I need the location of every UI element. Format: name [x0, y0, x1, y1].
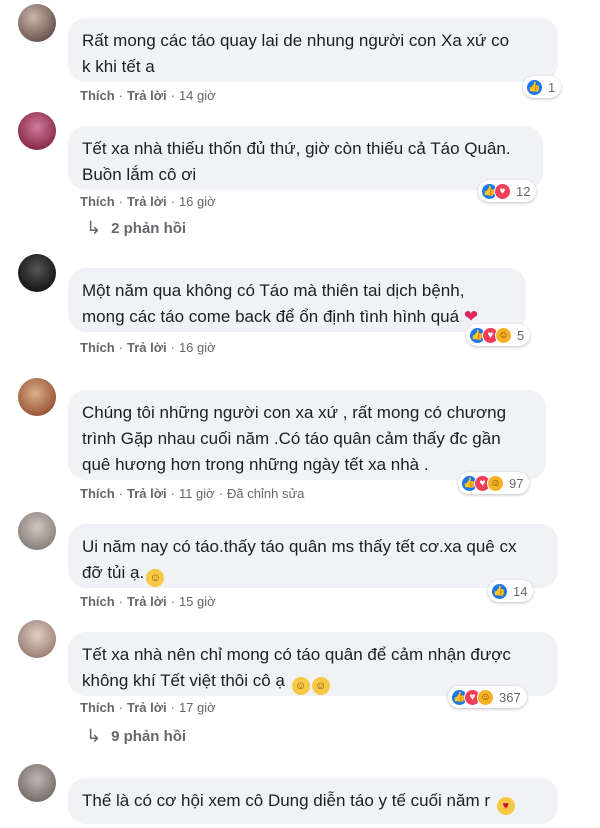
comment-bubble: Chúng tôi những người con xa xứ , rất mo…: [68, 390, 546, 480]
kiss-emoji-icon: ☺: [311, 677, 330, 695]
avatar[interactable]: [18, 764, 56, 802]
reaction-summary[interactable]: 👍 1: [523, 76, 562, 98]
reply-button[interactable]: Trả lời: [127, 88, 167, 103]
comment-actions: Thích · Trả lời · 15 giờ: [80, 594, 216, 609]
love-reaction-icon: ♥: [494, 182, 511, 200]
replies-count: 2 phản hồi: [111, 220, 187, 237]
comment-bubble: Tết xa nhà thiếu thốn đủ thứ, giờ còn th…: [68, 126, 543, 190]
comment-actions: Thích · Trả lời · 11 giờ · Đã chỉnh sửa: [80, 486, 305, 501]
avatar[interactable]: [18, 4, 56, 42]
reaction-summary[interactable]: 👍 14: [488, 580, 534, 602]
reply-arrow-icon: ↳: [86, 726, 102, 746]
reaction-count: 14: [513, 583, 528, 599]
avatar[interactable]: [18, 512, 56, 550]
replies-count: 9 phản hồi: [111, 728, 187, 745]
reaction-summary[interactable]: 👍 ♥ 12: [478, 180, 537, 202]
reaction-summary[interactable]: 👍 ♥ ☺ 97: [458, 472, 530, 494]
comment-time[interactable]: 15 giờ: [179, 594, 216, 609]
reaction-summary[interactable]: 👍 ♥ ☺ 5: [466, 324, 531, 346]
like-button[interactable]: Thích: [80, 700, 115, 715]
comment-actions: Thích · Trả lời · 16 giờ: [80, 194, 216, 209]
reply-button[interactable]: Trả lời: [127, 340, 167, 355]
comment-bubble: Ui năm nay có táo.thấy táo quân ms thấy …: [68, 524, 558, 588]
like-reaction-icon: 👍: [526, 78, 543, 96]
like-button[interactable]: Thích: [80, 486, 115, 501]
comment-bubble: Một năm qua không có Táo mà thiên tai dị…: [68, 268, 526, 332]
comment-text: Thế là có cơ hội xem cô Dung diễn táo y …: [82, 788, 544, 815]
comment-actions: Thích · Trả lời · 14 giờ: [80, 88, 216, 103]
smile-emoji-icon: ☺: [146, 569, 165, 587]
avatar[interactable]: [18, 378, 56, 416]
reaction-count: 1: [548, 79, 556, 95]
comment-text: Tết xa nhà thiếu thốn đủ thứ, giờ còn th…: [82, 139, 511, 184]
haha-reaction-icon: ☺: [487, 474, 504, 492]
edited-label: Đã chỉnh sửa: [227, 486, 305, 501]
reply-button[interactable]: Trả lời: [127, 486, 167, 501]
like-button[interactable]: Thích: [80, 194, 115, 209]
comment-time[interactable]: 16 giờ: [179, 340, 216, 355]
view-replies-link[interactable]: ↳ 2 phản hồi: [86, 218, 186, 239]
reaction-count: 367: [499, 689, 521, 705]
reply-button[interactable]: Trả lời: [127, 594, 167, 609]
avatar[interactable]: [18, 620, 56, 658]
like-reaction-icon: 👍: [491, 582, 508, 600]
heart-eyes-emoji-icon: ♥: [496, 797, 515, 815]
reply-arrow-icon: ↳: [86, 218, 102, 238]
comment-time[interactable]: 16 giờ: [179, 194, 216, 209]
reply-button[interactable]: Trả lời: [127, 700, 167, 715]
comment-actions: Thích · Trả lời · 16 giờ: [80, 340, 216, 355]
view-replies-link[interactable]: ↳ 9 phản hồi: [86, 726, 186, 747]
comment-actions: Thích · Trả lời · 17 giờ: [80, 700, 216, 715]
comment-time[interactable]: 14 giờ: [179, 88, 216, 103]
like-button[interactable]: Thích: [80, 594, 115, 609]
comment-time[interactable]: 11 giờ: [179, 486, 215, 501]
comment-bubble: Rất mong các táo quay lai de nhung người…: [68, 18, 558, 82]
comment-text: Ui năm nay có táo.thấy táo quân ms thấy …: [82, 534, 544, 587]
avatar[interactable]: [18, 254, 56, 292]
haha-reaction-icon: ☺: [477, 688, 494, 706]
kiss-emoji-icon: ☺: [291, 677, 310, 695]
reply-button[interactable]: Trả lời: [127, 194, 167, 209]
comment-bubble: Thế là có cơ hội xem cô Dung diễn táo y …: [68, 778, 558, 824]
like-button[interactable]: Thích: [80, 340, 115, 355]
reaction-count: 5: [517, 327, 525, 343]
reaction-count: 12: [516, 183, 531, 199]
comment-time[interactable]: 17 giờ: [179, 700, 216, 715]
comment-text: Một năm qua không có Táo mà thiên tai dị…: [82, 281, 479, 326]
avatar[interactable]: [18, 112, 56, 150]
reaction-summary[interactable]: 👍 ♥ ☺ 367: [448, 686, 527, 708]
comment-text: Rất mong các táo quay lai de nhung người…: [82, 31, 510, 76]
comment-text: Chúng tôi những người con xa xứ , rất mo…: [82, 403, 507, 474]
reaction-count: 97: [509, 475, 524, 491]
haha-reaction-icon: ☺: [495, 326, 512, 344]
like-button[interactable]: Thích: [80, 88, 115, 103]
